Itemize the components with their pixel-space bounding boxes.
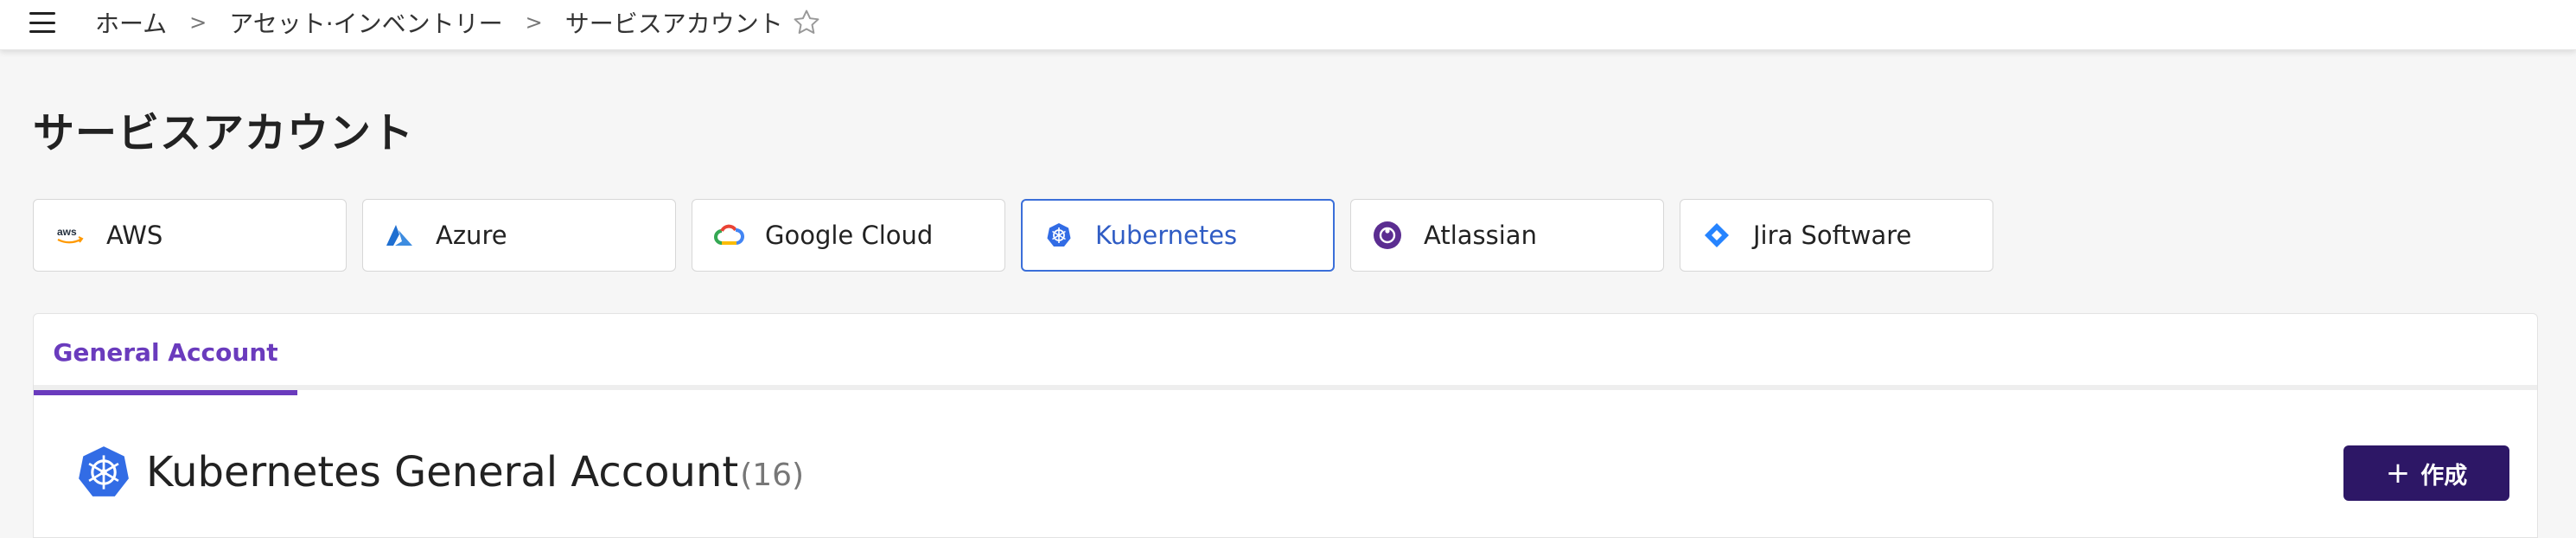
create-button-label: 作成 [2420, 462, 2468, 490]
provider-label: Atlassian [1424, 221, 1537, 250]
page-title: サービスアカウント [33, 109, 415, 157]
create-button[interactable]: + 作成 [2343, 445, 2509, 501]
provider-label: Google Cloud [765, 221, 934, 250]
svg-text:aws: aws [57, 226, 77, 238]
breadcrumb-home[interactable]: ホーム [95, 5, 167, 40]
tab-general-account[interactable]: General Account [34, 314, 297, 395]
plus-icon: + [2385, 456, 2411, 490]
provider-label: Jira Software [1753, 221, 1912, 250]
section-header: Kubernetes General Account (16) [75, 444, 804, 501]
kubernetes-icon [1043, 220, 1074, 251]
provider-kubernetes[interactable]: Kubernetes [1021, 199, 1335, 272]
aws-icon: aws [54, 220, 86, 251]
provider-selector: aws AWS Azure Google Cloud Kubernetes At… [33, 199, 1993, 272]
breadcrumb-current: サービスアカウント [564, 10, 783, 38]
provider-label: AWS [106, 221, 163, 250]
breadcrumb-asset-inventory[interactable]: アセット·インベントリー [229, 5, 502, 40]
provider-jira-software[interactable]: Jira Software [1680, 199, 1993, 272]
azure-icon [384, 220, 415, 251]
google-cloud-icon [713, 220, 744, 251]
tab-label: General Account [53, 337, 278, 367]
jira-icon [1701, 220, 1732, 251]
provider-label: Azure [436, 221, 507, 250]
account-count: (16) [740, 457, 805, 493]
provider-azure[interactable]: Azure [362, 199, 676, 272]
menu-icon[interactable] [29, 12, 55, 33]
provider-google-cloud[interactable]: Google Cloud [692, 199, 1005, 272]
chevron-right-icon: > [189, 10, 207, 35]
provider-aws[interactable]: aws AWS [33, 199, 347, 272]
chevron-right-icon: > [525, 10, 543, 35]
breadcrumb: ホーム > アセット·インベントリー > サービスアカウント [95, 5, 821, 40]
kubernetes-icon [79, 446, 129, 496]
tab-active-indicator [34, 390, 297, 395]
tab-bar: General Account [34, 314, 2537, 395]
provider-label: Kubernetes [1095, 221, 1238, 250]
section-title: Kubernetes General Account [146, 448, 739, 496]
account-panel: General Account Kubernetes General Accou… [33, 313, 2538, 538]
star-icon[interactable] [792, 8, 821, 37]
top-bar: ホーム > アセット·インベントリー > サービスアカウント [0, 0, 2576, 50]
provider-atlassian[interactable]: Atlassian [1350, 199, 1664, 272]
atlassian-icon [1372, 220, 1403, 251]
